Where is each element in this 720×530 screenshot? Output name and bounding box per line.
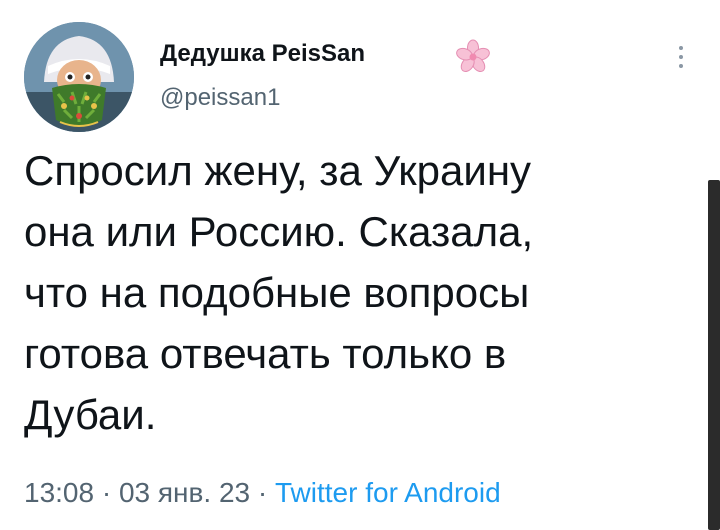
meta-separator: · bbox=[94, 477, 119, 508]
tweet-time[interactable]: 13:08 bbox=[24, 477, 94, 508]
more-vertical-icon[interactable] bbox=[668, 40, 694, 74]
tweet-metadata: 13:08 · 03 янв. 23 · Twitter for Android bbox=[24, 477, 501, 509]
meta-separator: · bbox=[250, 477, 275, 508]
author-display-name[interactable]: Дедушка PeisSan bbox=[160, 40, 365, 68]
tweet-text-line: что на подобные вопросы bbox=[24, 269, 530, 316]
tweet-text: Спросил жену, за Украину она или Россию.… bbox=[24, 140, 674, 445]
sakura-flower-icon bbox=[456, 39, 490, 73]
avatar[interactable] bbox=[24, 22, 134, 132]
tweet-text-line: Дубаи. bbox=[24, 391, 157, 438]
tweet-card: Дедушка PeisSan @peissan1 Спросил жену, … bbox=[0, 0, 720, 530]
more-dot bbox=[679, 64, 683, 68]
scrollbar[interactable] bbox=[708, 180, 720, 530]
author-handle[interactable]: @peissan1 bbox=[160, 84, 280, 112]
tweet-text-line: она или Россию. Сказала, bbox=[24, 208, 534, 255]
tweet-text-line: Спросил жену, за Украину bbox=[24, 147, 532, 194]
tweet-text-line: готова отвечать только в bbox=[24, 330, 507, 377]
avatar-santa-icon bbox=[24, 22, 134, 132]
more-dot bbox=[679, 46, 683, 50]
tweet-date[interactable]: 03 янв. 23 bbox=[119, 477, 250, 508]
tweet-source-link[interactable]: Twitter for Android bbox=[275, 477, 501, 508]
more-dot bbox=[679, 55, 683, 59]
